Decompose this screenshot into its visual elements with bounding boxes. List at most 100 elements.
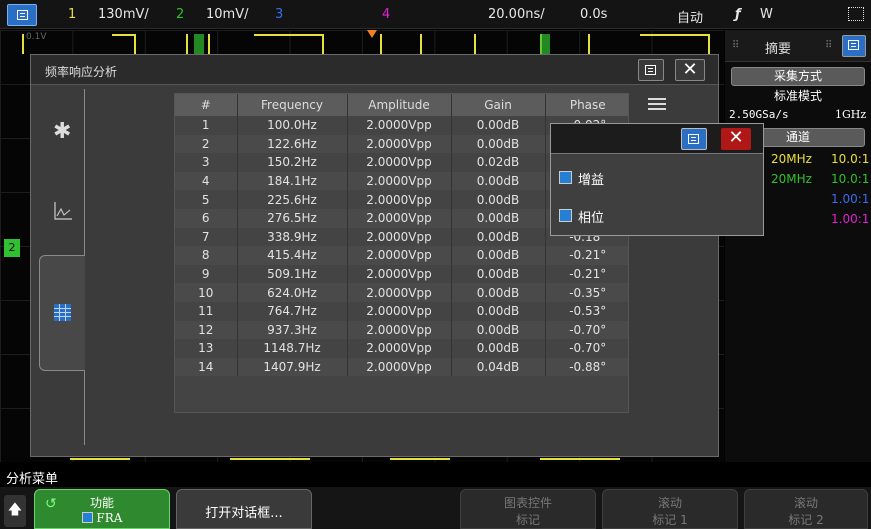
trigger-source[interactable]: W <box>760 7 773 22</box>
table-row[interactable]: 8 415.4Hz 2.0000Vpp 0.00dB -0.21° <box>175 246 628 265</box>
table-icon <box>54 304 71 321</box>
trigger-position-marker[interactable] <box>367 30 377 38</box>
gear-icon: ✱ <box>53 119 72 144</box>
panel-menu-button[interactable] <box>842 35 866 57</box>
softkey-function-value-wrap: FRA <box>35 511 169 525</box>
menu-icon <box>848 40 859 50</box>
cell-frequency: 1148.7Hz <box>237 339 348 358</box>
cell-amplitude: 2.0000Vpp <box>347 339 452 358</box>
softkey-empty <box>318 489 454 529</box>
ch2-probe-ratio: 10.0:1 <box>831 172 870 186</box>
ch1-trace-segment <box>186 34 188 54</box>
cell-phase: -0.21° <box>545 264 628 284</box>
ch1-scale[interactable]: 130mV/ <box>98 7 149 22</box>
cell-index: 4 <box>175 171 238 191</box>
cell-frequency: 509.1Hz <box>237 264 348 284</box>
table-options-icon[interactable] <box>648 98 666 112</box>
ch2-scale[interactable]: 10mV/ <box>206 7 248 22</box>
cell-index: 7 <box>175 227 238 247</box>
ch4-number[interactable]: 4 <box>382 7 390 22</box>
table-row[interactable]: 13 1148.7Hz 2.0000Vpp 0.00dB -0.70° <box>175 339 628 358</box>
gain-option[interactable]: 增益 <box>551 168 763 188</box>
cell-gain: 0.02dB <box>451 153 546 172</box>
right-info-panel: ⠿ 摘要 ⠿ 采集方式 标准模式 2.50GSa/s 1GHz 通道 20MHz… <box>725 30 871 462</box>
status-bar: 1 130mV/ 2 10mV/ 3 4 20.00ns/ 0.0s 自动 ƒ … <box>0 0 871 29</box>
ch1-trace-segment <box>380 34 382 54</box>
table-row[interactable]: 9 509.1Hz 2.0000Vpp 0.00dB -0.21° <box>175 264 628 284</box>
cell-gain: 0.00dB <box>451 227 546 247</box>
softkey-scroll-marker-2[interactable]: 滚动 标记 2 <box>744 489 868 529</box>
cell-index: 1 <box>175 116 238 135</box>
table-row[interactable]: 11 764.7Hz 2.0000Vpp 0.00dB -0.53° <box>175 301 628 321</box>
phase-checkbox[interactable] <box>559 209 572 222</box>
col-header-frequency: Frequency <box>237 94 348 116</box>
acquisition-mode: 标准模式 <box>773 89 822 103</box>
dialog-title-bar[interactable]: 频率响应分析 ✕ <box>31 55 718 85</box>
table-row[interactable]: 10 624.0Hz 2.0000Vpp 0.00dB -0.35° <box>175 283 628 302</box>
cell-gain: 0.00dB <box>451 301 546 321</box>
softkey-open-dialog[interactable]: 打开对话框... <box>176 489 312 529</box>
tab-summary[interactable]: 摘要 <box>765 38 791 57</box>
cell-amplitude: 2.0000Vpp <box>347 283 452 302</box>
cell-index: 8 <box>175 246 238 265</box>
gain-checkbox[interactable] <box>559 171 572 184</box>
ch2-number[interactable]: 2 <box>176 7 184 22</box>
cell-frequency: 225.6Hz <box>237 190 348 209</box>
cell-gain: 0.04dB <box>451 357 546 377</box>
table-row[interactable]: 14 1407.9Hz 2.0000Vpp 0.04dB -0.88° <box>175 357 628 377</box>
col-header-amplitude: Amplitude <box>347 94 452 116</box>
dialog-title: 频率响应分析 <box>45 65 118 79</box>
softkey-scroll-marker-1-value: 标记 1 <box>652 513 688 527</box>
tab-chart[interactable] <box>39 177 85 249</box>
softkey-scroll-marker-1[interactable]: 滚动 标记 1 <box>602 489 738 529</box>
cell-phase: -0.35° <box>545 283 628 302</box>
ch3-number[interactable]: 3 <box>275 7 283 22</box>
ch2-ground-marker[interactable]: 2 <box>4 239 20 257</box>
trigger-slope-icon: ƒ <box>735 7 741 22</box>
timebase[interactable]: 20.00ns/ <box>488 7 545 22</box>
cell-amplitude: 2.0000Vpp <box>347 264 452 284</box>
cell-phase: -0.53° <box>545 301 628 321</box>
popup-title-bar[interactable]: ✕ <box>551 124 763 154</box>
chart-icon <box>54 202 72 220</box>
cell-frequency: 184.1Hz <box>237 171 348 191</box>
softkey-function-value: FRA <box>96 511 123 525</box>
cell-index: 14 <box>175 357 238 377</box>
cell-frequency: 415.4Hz <box>237 246 348 265</box>
tab-table[interactable] <box>39 255 85 371</box>
cell-gain: 0.00dB <box>451 339 546 358</box>
ch1-trace-segment <box>390 458 450 460</box>
cell-phase: -0.88° <box>545 357 628 377</box>
ch2-trace-segment <box>540 34 550 54</box>
ch1-trace-segment <box>208 34 210 54</box>
cell-amplitude: 2.0000Vpp <box>347 301 452 321</box>
tab-settings[interactable]: ✱ <box>39 99 85 171</box>
main-menu-button[interactable] <box>7 4 37 26</box>
table-row[interactable]: 12 937.3Hz 2.0000Vpp 0.00dB -0.70° <box>175 320 628 340</box>
fullscreen-icon[interactable] <box>848 7 864 21</box>
back-arrow-icon[interactable]: 🡅 <box>4 495 26 527</box>
dialog-close-button[interactable]: ✕ <box>675 59 705 81</box>
col-header-gain: Gain <box>451 94 546 116</box>
cell-index: 12 <box>175 320 238 340</box>
trigger-mode[interactable]: 自动 <box>677 7 703 26</box>
softkey-chart-controls[interactable]: 图表控件 标记 <box>460 489 596 529</box>
menu-icon <box>688 134 699 144</box>
cell-gain: 0.00dB <box>451 171 546 191</box>
ch1-number[interactable]: 1 <box>68 7 76 22</box>
drag-handle-icon: ⠿ <box>732 40 740 51</box>
cell-index: 10 <box>175 283 238 302</box>
cell-index: 5 <box>175 190 238 209</box>
phase-option[interactable]: 相位 <box>551 206 763 226</box>
col-header-phase: Phase <box>545 94 628 116</box>
dialog-menu-button[interactable] <box>638 59 664 81</box>
cell-frequency: 276.5Hz <box>237 208 348 228</box>
ch1-trace-segment <box>254 34 324 36</box>
popup-close-button[interactable]: ✕ <box>721 128 751 150</box>
ch1-trace-segment <box>588 34 590 54</box>
delay[interactable]: 0.0s <box>580 7 607 22</box>
softkey-function[interactable]: ↺ 功能 FRA <box>34 489 170 529</box>
cell-index: 6 <box>175 208 238 228</box>
cell-amplitude: 2.0000Vpp <box>347 320 452 340</box>
popup-menu-button[interactable] <box>681 128 707 150</box>
